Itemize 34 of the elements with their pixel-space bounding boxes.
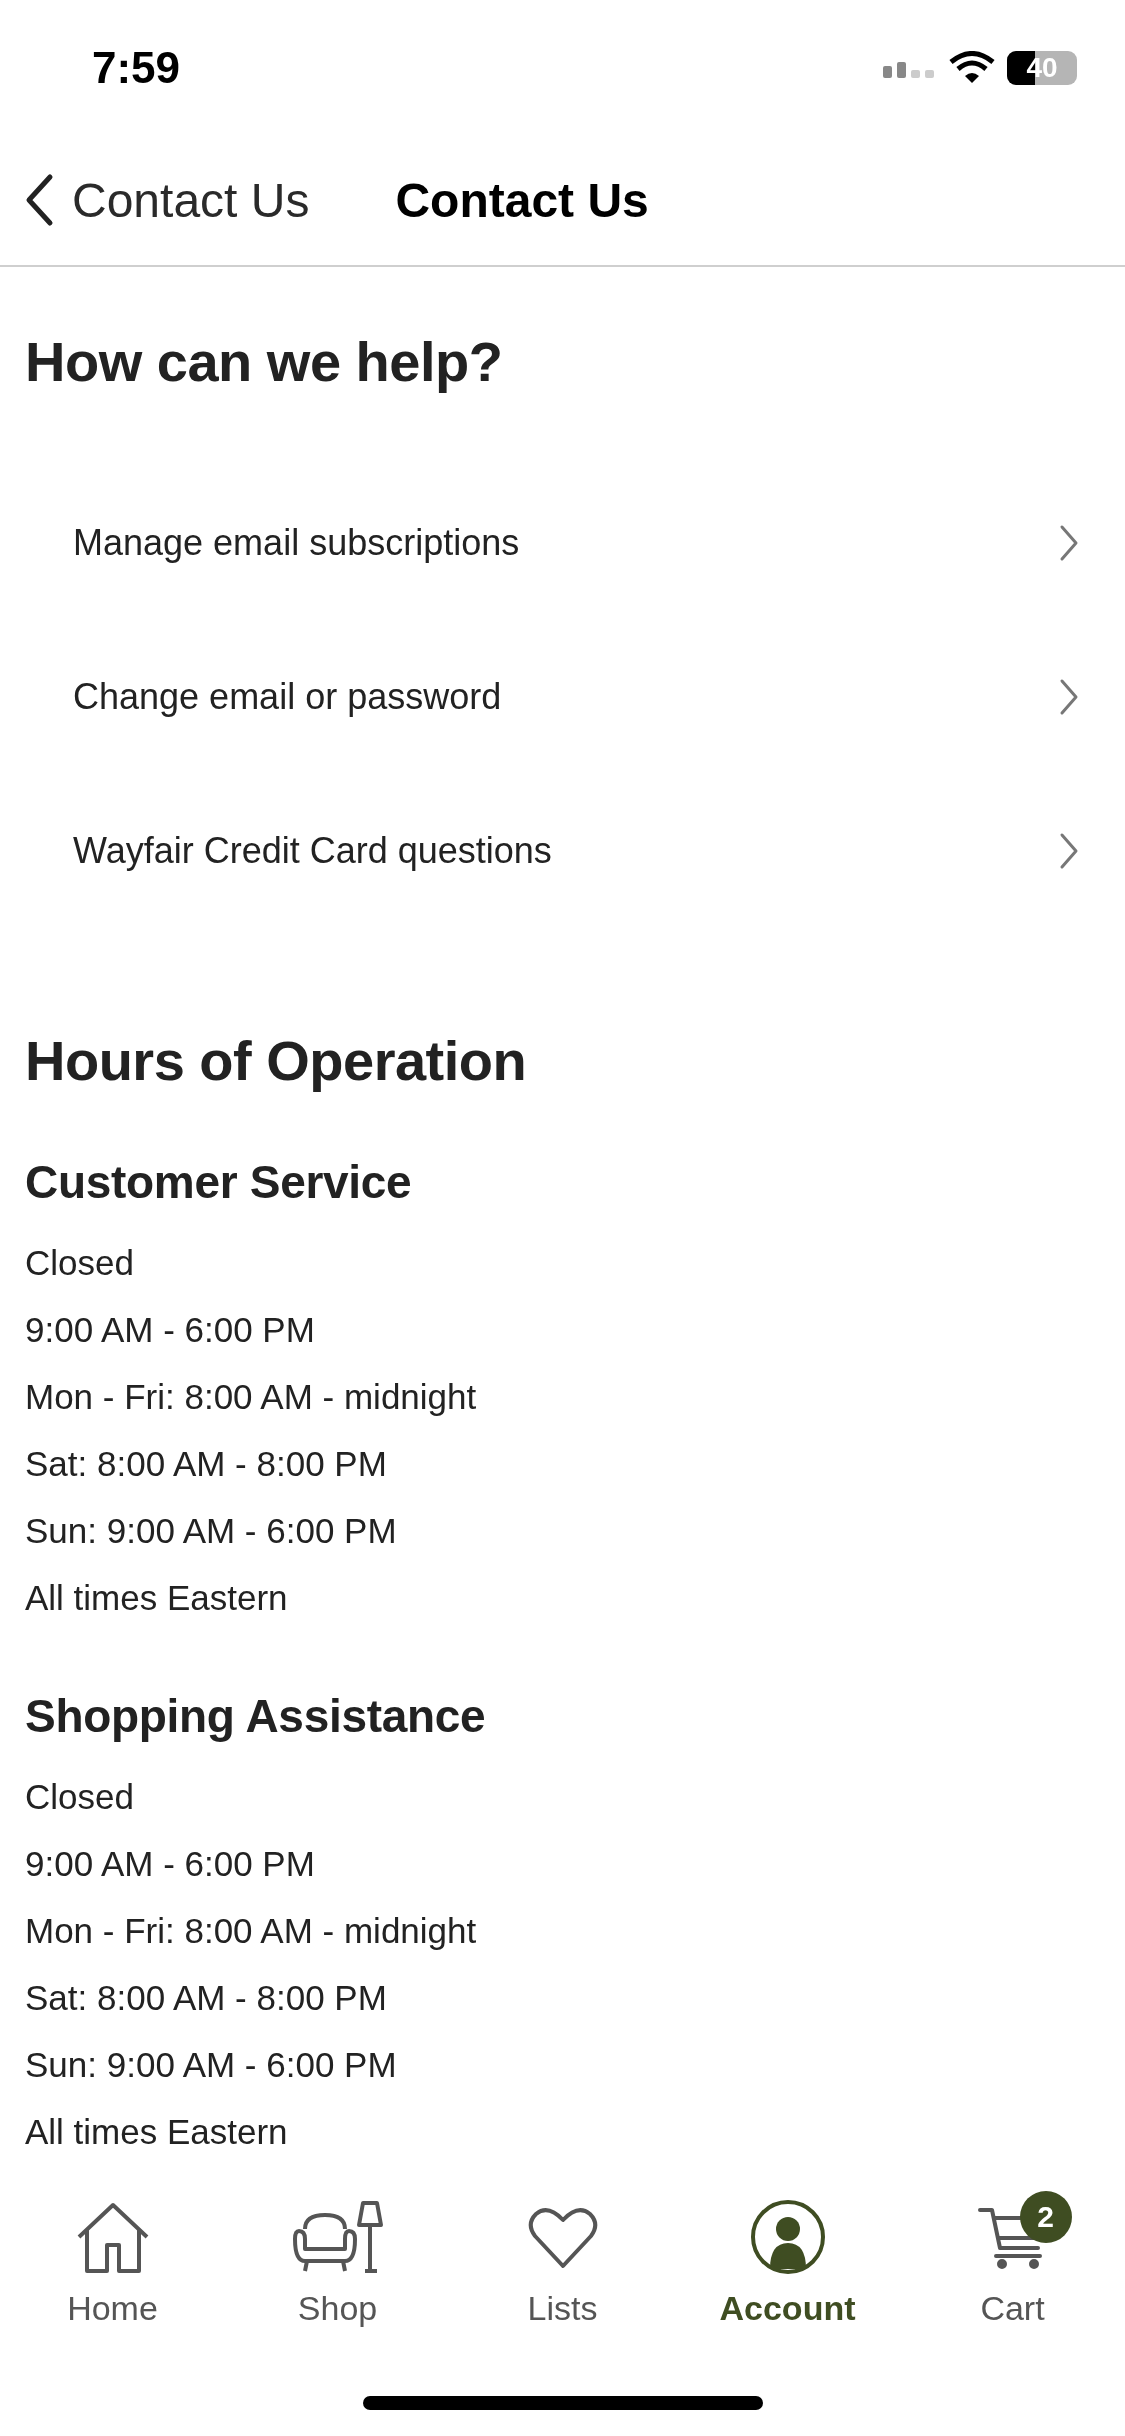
help-list-item[interactable]: Change email or password: [0, 620, 1125, 774]
section-heading: How can we help?: [24, 329, 504, 394]
subsection-heading: Shopping Assistance: [25, 1689, 487, 1743]
hours-text: Sat: 8:00 AM - 8:00 PM: [25, 1978, 387, 2017]
hours-text: 9:00 AM - 6:00 PM: [25, 1310, 315, 1349]
help-list-item[interactable]: Wayfair Credit Card questions: [0, 774, 1125, 928]
chevron-icon: [1059, 524, 1079, 562]
hours-text: All times Eastern: [25, 2112, 288, 2151]
wifi-icon: [949, 50, 995, 85]
tab-bar-item[interactable]: Home: [0, 2195, 225, 2328]
tab-bar-item[interactable]: Account: [675, 2195, 900, 2328]
section-heading: Hours of Operation: [24, 1028, 528, 1093]
account-icon: [749, 2199, 826, 2275]
chevron-icon: [1059, 832, 1079, 870]
hours-text: Mon - Fri: 8:00 AM - midnight: [25, 1377, 477, 1416]
hours-text: Sat: 8:00 AM - 8:00 PM: [25, 1444, 387, 1483]
hours-text: All times Eastern: [25, 1578, 288, 1617]
hours-text: Mon - Fri: 8:00 AM - midnight: [25, 1911, 477, 1950]
status-time: 7:59: [92, 42, 181, 93]
tab-bar-item[interactable]: Lists: [450, 2195, 675, 2328]
hours-text: Closed: [25, 1243, 134, 1282]
subsection-heading: Customer Service: [25, 1155, 413, 1209]
armchair-lamp-icon: [290, 2199, 385, 2275]
tab-bar-item[interactable]: Shop: [225, 2195, 450, 2328]
back-chevron-icon: [24, 173, 54, 227]
back-button[interactable]: Contact Us: [24, 172, 310, 228]
hours-text: Sun: 9:00 AM - 6:00 PM: [25, 1511, 397, 1550]
cart-count-badge: 2: [1019, 2191, 1072, 2243]
hours-text: Sun: 9:00 AM - 6:00 PM: [25, 2045, 397, 2084]
chevron-icon: [1059, 678, 1079, 716]
page-title: Contact Us: [395, 172, 649, 228]
help-list-item[interactable]: Manage email subscriptions: [0, 466, 1125, 620]
hours-text: Closed: [25, 1777, 134, 1816]
hours-text: 9:00 AM - 6:00 PM: [25, 1844, 315, 1883]
